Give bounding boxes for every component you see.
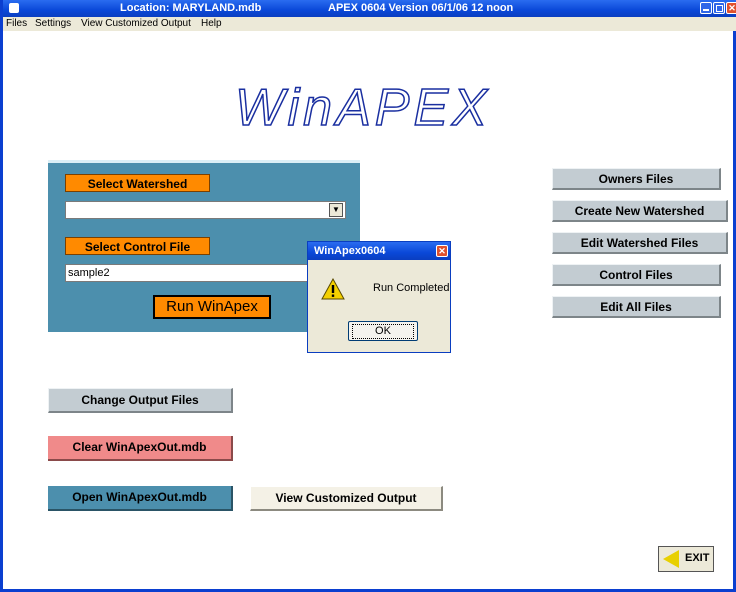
control-file-field[interactable]: sample2	[65, 264, 315, 282]
watershed-select[interactable]: ▼	[65, 201, 346, 219]
menu-files[interactable]: Files	[6, 18, 27, 29]
dialog-message: Run Completed	[373, 282, 450, 294]
app-logo: WinAPEX	[234, 79, 491, 137]
clear-winapexout-button[interactable]: Clear WinApexOut.mdb	[48, 436, 233, 461]
select-control-file-label: Select Control File	[65, 237, 210, 255]
control-files-button[interactable]: Control Files	[552, 264, 721, 286]
create-new-watershed-button[interactable]: Create New Watershed	[552, 200, 728, 222]
change-output-files-button[interactable]: Change Output Files	[48, 388, 233, 413]
ok-label: OK	[352, 324, 414, 339]
edit-watershed-files-button[interactable]: Edit Watershed Files	[552, 232, 728, 254]
main-window: Location: MARYLAND.mdb APEX 0604 Version…	[0, 0, 736, 592]
owners-files-button[interactable]: Owners Files	[552, 168, 721, 190]
menu-help[interactable]: Help	[201, 18, 222, 29]
menu-settings[interactable]: Settings	[35, 18, 71, 29]
title-location: Location: MARYLAND.mdb	[120, 2, 262, 14]
dialog-title: WinApex0604	[314, 245, 386, 257]
menu-view-customized-output[interactable]: View Customized Output	[81, 18, 191, 29]
ok-button[interactable]: OK	[348, 321, 418, 341]
title-version: APEX 0604 Version 06/1/06 12 noon	[328, 2, 514, 14]
dialog-title-bar: WinApex0604 ✕	[308, 242, 450, 260]
close-icon[interactable]: ✕	[726, 2, 736, 14]
select-watershed-label: Select Watershed	[65, 174, 210, 192]
dialog-close-icon[interactable]: ✕	[436, 245, 448, 257]
run-winapex-button[interactable]: Run WinApex	[153, 295, 271, 319]
app-icon[interactable]	[9, 3, 19, 13]
minimize-icon[interactable]	[700, 2, 712, 14]
exit-label: EXIT	[685, 552, 710, 564]
open-winapexout-button[interactable]: Open WinApexOut.mdb	[48, 486, 233, 511]
message-dialog: WinApex0604 ✕ Run Completed OK	[307, 241, 451, 353]
warning-icon	[321, 278, 345, 300]
exit-button[interactable]: EXIT	[658, 546, 714, 572]
view-customized-output-button[interactable]: View Customized Output	[250, 486, 443, 511]
maximize-icon[interactable]	[713, 2, 725, 14]
chevron-down-icon[interactable]: ▼	[329, 203, 343, 217]
exit-arrow-icon	[663, 550, 679, 568]
edit-all-files-button[interactable]: Edit All Files	[552, 296, 721, 318]
title-bar: Location: MARYLAND.mdb APEX 0604 Version…	[3, 0, 736, 17]
menu-bar: Files Settings View Customized Output He…	[3, 17, 736, 31]
